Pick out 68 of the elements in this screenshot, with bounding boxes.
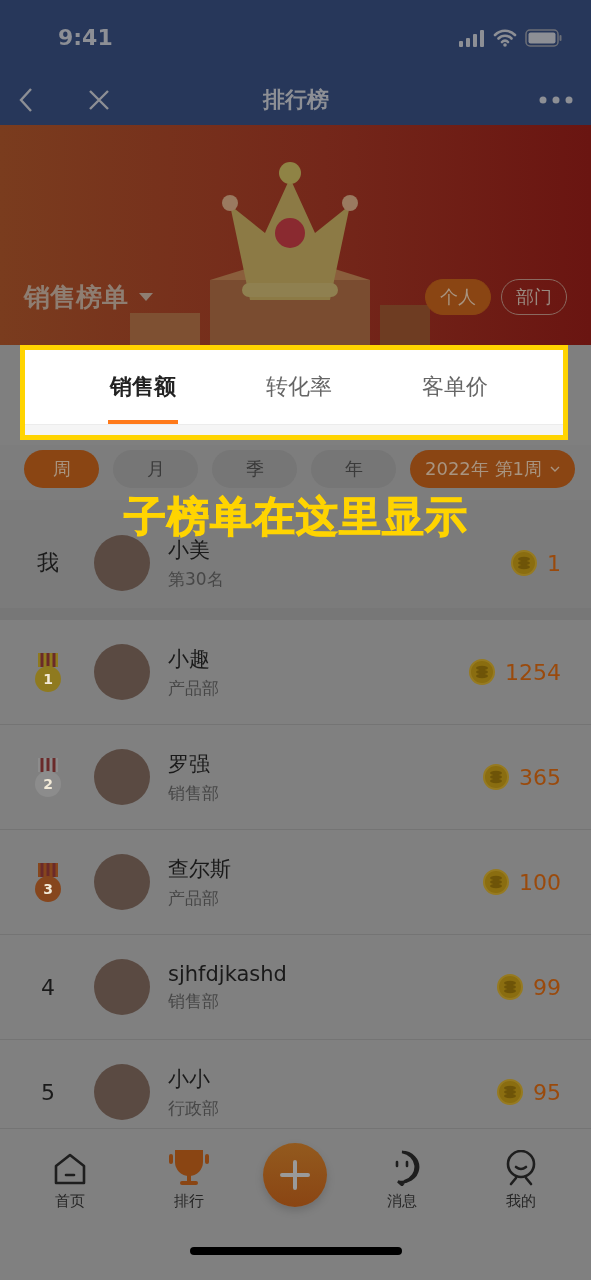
period-chip[interactable]: 季 — [212, 450, 297, 488]
back-icon — [18, 87, 34, 113]
user-name: 查尔斯 — [168, 855, 232, 883]
medal-badge: 1 — [35, 665, 61, 692]
page-title: 排行榜 — [262, 86, 329, 114]
leaderboard-title: 销售榜单 — [24, 280, 128, 314]
user-name: 小趣 — [168, 645, 211, 673]
sub-tab[interactable]: 转化率 — [221, 350, 377, 424]
date-picker[interactable]: 2022年 第1周 — [410, 450, 575, 488]
dropdown-caret-icon[interactable] — [138, 292, 154, 302]
department-name: 产品部 — [168, 676, 220, 700]
close-icon — [88, 89, 110, 111]
more-button[interactable] — [539, 96, 573, 104]
tab-bar-item[interactable]: 首页 — [24, 1141, 115, 1211]
coin-icon — [483, 764, 509, 790]
signal-icon — [459, 28, 485, 47]
medal-badge: 3 — [35, 875, 61, 902]
home-icon — [52, 1152, 87, 1186]
trophy-icon — [169, 1150, 210, 1186]
score-value: 100 — [519, 869, 561, 895]
avatar-placeholder — [94, 1064, 150, 1120]
rank-number: 4 — [41, 974, 55, 1000]
score-value: 1 — [547, 550, 561, 576]
ribbon-icon — [38, 652, 58, 667]
avatar-placeholder — [94, 535, 150, 591]
period-chip[interactable]: 月 — [113, 450, 198, 488]
coin-icon — [483, 869, 509, 895]
user-name: 小美 — [168, 537, 211, 564]
scope-toggle[interactable]: 个人 — [425, 279, 491, 315]
score-value: 365 — [519, 764, 561, 790]
user-name: sjhfdjkashd — [168, 961, 288, 986]
rank-number: 5 — [41, 1079, 55, 1105]
plus-icon — [279, 1159, 312, 1191]
score-value: 95 — [533, 1079, 561, 1105]
medal-badge: 2 — [35, 770, 61, 797]
avatar-placeholder — [94, 749, 150, 805]
user-name: 罗强 — [168, 750, 211, 778]
coin-icon — [497, 1079, 523, 1105]
user-name: 小小 — [168, 1065, 211, 1093]
status-time: 9:41 — [58, 25, 113, 50]
coin-icon — [469, 659, 495, 685]
score-value: 99 — [533, 974, 561, 1000]
more-icon — [539, 96, 573, 104]
wifi-icon — [493, 28, 517, 47]
period-chip[interactable]: 周 — [24, 450, 99, 488]
department-name: 销售部 — [168, 781, 220, 805]
avatar-placeholder — [94, 854, 150, 910]
period-chip[interactable]: 年 — [311, 450, 396, 488]
annotation-caption: 子榜单在这里显示 — [123, 496, 468, 538]
ribbon-icon — [38, 862, 58, 877]
sub-tab[interactable]: 客单价 — [377, 350, 533, 424]
score-value: 1254 — [505, 659, 561, 685]
tab-bar-item[interactable]: 我的 — [476, 1141, 567, 1211]
tab-bar-item[interactable]: 消息 — [356, 1141, 447, 1211]
coin-icon — [497, 974, 523, 1000]
back-button[interactable] — [18, 87, 34, 113]
department-name: 产品部 — [168, 886, 220, 910]
department-name: 行政部 — [168, 1096, 220, 1120]
rank-number: 我 — [37, 549, 59, 577]
avatar-placeholder — [94, 959, 150, 1015]
tab-bar-item[interactable]: 排行 — [144, 1141, 235, 1211]
ribbon-icon — [38, 757, 58, 772]
close-button[interactable] — [88, 89, 110, 111]
department-name: 销售部 — [168, 989, 220, 1013]
avatar-placeholder — [94, 644, 150, 700]
chevron-down-icon — [550, 466, 560, 472]
coin-icon — [511, 550, 537, 576]
battery-icon — [525, 28, 563, 47]
